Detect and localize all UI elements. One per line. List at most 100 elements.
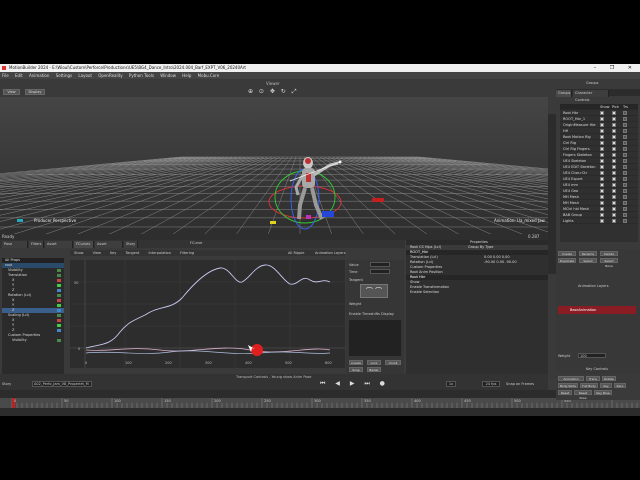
trs-checkbox[interactable] (623, 135, 627, 139)
trs-checkbox[interactable] (623, 219, 627, 223)
view-button[interactable]: View (3, 89, 20, 95)
trs-checkbox[interactable] (623, 165, 627, 169)
trs-checkbox[interactable] (623, 183, 627, 187)
value-field[interactable] (370, 262, 390, 267)
menu-layout[interactable]: Layout (78, 73, 92, 78)
show-checkbox[interactable] (600, 117, 604, 121)
body-parts-button[interactable]: Body Parts (558, 383, 578, 388)
pick-checkbox[interactable] (612, 207, 616, 211)
pick-checkbox[interactable] (612, 177, 616, 181)
fcurve-menu-interpolation[interactable]: Interpolation (149, 251, 171, 255)
show-checkbox[interactable] (600, 153, 604, 157)
nav-item[interactable]: Visibility (2, 338, 64, 343)
pick-checkbox[interactable] (612, 219, 616, 223)
show-checkbox[interactable] (600, 183, 604, 187)
zero-button[interactable]: Zero (614, 383, 626, 388)
pick-checkbox[interactable] (612, 147, 616, 151)
tab-groups[interactable]: Groups (556, 90, 572, 97)
show-checkbox[interactable] (600, 111, 604, 115)
pick-checkbox[interactable] (612, 141, 616, 145)
trs-checkbox[interactable] (623, 141, 627, 145)
show-checkbox[interactable] (600, 135, 604, 139)
select-none-button[interactable]: Select None (600, 258, 618, 268)
show-checkbox[interactable] (600, 207, 604, 211)
pick-checkbox[interactable] (612, 189, 616, 193)
select-group-button[interactable]: Select (579, 258, 597, 263)
show-checkbox[interactable] (600, 189, 604, 193)
trs-checkbox[interactable] (623, 207, 627, 211)
show-checkbox[interactable] (600, 159, 604, 163)
weight-field[interactable]: 100 (578, 353, 606, 358)
3d-viewport[interactable]: Producer Perspective Animation: Ua_mixed… (0, 97, 548, 234)
tab-filters[interactable]: Filters (29, 241, 44, 248)
trs-checkbox[interactable] (623, 213, 627, 217)
key-pose-button[interactable]: Key Pose (594, 390, 612, 395)
pick-checkbox[interactable] (612, 201, 616, 205)
show-checkbox[interactable] (600, 141, 604, 145)
pick-checkbox[interactable] (612, 213, 616, 217)
menu-settings[interactable]: Settings (56, 73, 72, 78)
trs-checkbox[interactable] (623, 201, 627, 205)
tab-character-controls[interactable]: Character Controls (573, 90, 609, 102)
menu-mobu-core[interactable]: Mobu.Core (198, 73, 220, 78)
fcurve-menu-filtering[interactable]: Filtering (180, 251, 194, 255)
timeline-ruler[interactable]: 0 50 100 150 200 250 300 350 400 450 500 550 (0, 398, 640, 408)
show-checkbox[interactable] (600, 213, 604, 217)
show-checkbox[interactable] (600, 129, 604, 133)
window-controls[interactable]: – ❐ ✕ (594, 64, 638, 72)
trans-button[interactable]: Trans (586, 376, 600, 381)
key-button[interactable]: Key (600, 383, 612, 388)
show-checkbox[interactable] (600, 171, 604, 175)
pick-checkbox[interactable] (612, 153, 616, 157)
pick-checkbox[interactable] (612, 165, 616, 169)
rotate-button[interactable]: Rotate (602, 376, 616, 381)
trs-checkbox[interactable] (623, 171, 627, 175)
pick-checkbox[interactable] (612, 183, 616, 187)
show-checkbox[interactable] (600, 201, 604, 205)
pick-checkbox[interactable] (612, 159, 616, 163)
properties-object[interactable]: Root CS Hips (Lcl) (410, 245, 441, 249)
menu-edit[interactable]: Edit (15, 73, 23, 78)
show-checkbox[interactable] (600, 165, 604, 169)
pick-checkbox[interactable] (612, 111, 616, 115)
trs-checkbox[interactable] (623, 195, 627, 199)
tangent-buttons[interactable]: ⌒ ⌒ (360, 284, 388, 298)
fcurve-menu-show[interactable]: Show (74, 251, 83, 255)
display-button[interactable]: Display (25, 89, 45, 95)
animation-layer-row[interactable]: BaseAnimation (558, 306, 636, 314)
duplicate-group-button[interactable]: Duplicate (558, 258, 576, 263)
lock-button[interactable]: Lock (367, 360, 381, 365)
property-row[interactable]: Enable Selection (406, 290, 548, 295)
show-checkbox[interactable] (600, 219, 604, 223)
trs-checkbox[interactable] (623, 189, 627, 193)
create-button[interactable]: Create (349, 360, 363, 365)
snap-frames-dropdown[interactable]: Snap on Frames (506, 382, 534, 386)
viewer-manipulator-tools[interactable]: ⊕ ⊙ ✥ ↻ ⤢ (248, 88, 299, 96)
tab-asset-settings[interactable]: Asset Settings (95, 241, 123, 253)
trs-checkbox[interactable] (623, 123, 627, 127)
group-row[interactable]: Lights (560, 218, 638, 224)
animation-mode-button[interactable]: Animation (558, 376, 584, 381)
menu-openreality[interactable]: OpenReality (98, 73, 122, 78)
menu-window[interactable]: Window (160, 73, 176, 78)
tab-fcurves[interactable]: FCurves (74, 241, 94, 248)
menu-animation[interactable]: Animation (29, 73, 49, 78)
menu-help[interactable]: Help (182, 73, 191, 78)
pick-checkbox[interactable] (612, 129, 616, 133)
menu-file[interactable]: File (2, 73, 9, 78)
reset-pose-button[interactable]: Reset Pose (574, 390, 592, 400)
show-checkbox[interactable] (600, 123, 604, 127)
groups-list[interactable]: Show Pick Trs Root Hbr ROOT_Hbr_1 OriginMe… (560, 104, 638, 242)
pick-checkbox[interactable] (612, 195, 616, 199)
enable-timeshifts-checkbox[interactable]: Enable Timeshifts Display (349, 312, 394, 316)
speed-field[interactable]: 1x (446, 381, 456, 387)
menu-python-tools[interactable]: Python Tools (129, 73, 154, 78)
trs-checkbox[interactable] (623, 111, 627, 115)
fcurve-graph[interactable]: 0 100 200 300 400 500 600 50 0 (70, 260, 345, 368)
fcurve-menu-key[interactable]: Key (110, 251, 116, 255)
trs-checkbox[interactable] (623, 153, 627, 157)
animation-layers-toggle[interactable]: Animation Layers (315, 250, 346, 256)
playback-buttons[interactable]: ⏮ ◀ ▶ ⏭ ● (320, 380, 389, 388)
pick-checkbox[interactable] (612, 117, 616, 121)
all-ripple-toggle[interactable]: All Ripple (288, 250, 304, 256)
